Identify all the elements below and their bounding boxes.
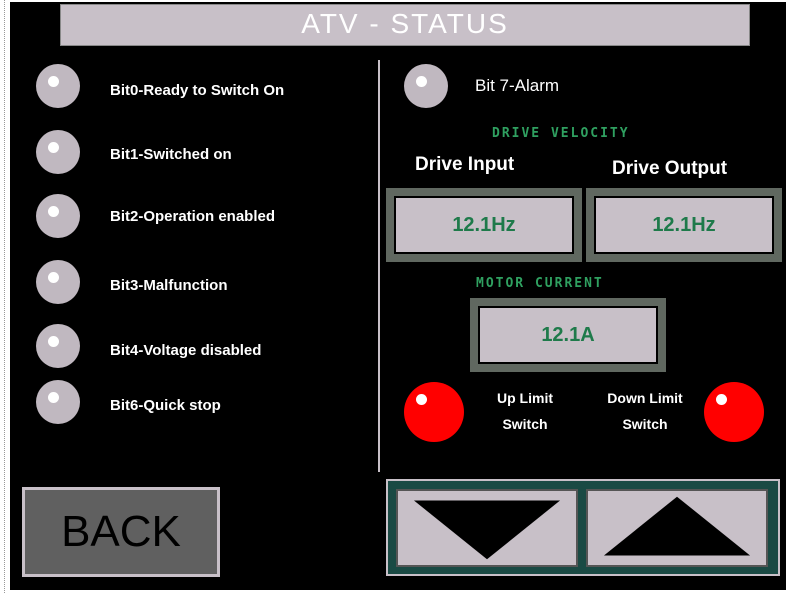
alarm-label: Bit 7-Alarm xyxy=(475,76,560,95)
bit1-label: Bit1-Switched on xyxy=(110,146,232,163)
bit2-label: Bit2-Operation enabled xyxy=(110,208,276,225)
bit2-indicator xyxy=(36,194,80,238)
down-limit-label: Down Limit Switch xyxy=(590,385,700,437)
drive-output-label: Drive Output xyxy=(612,158,728,179)
bit3-label: Bit3-Malfunction xyxy=(110,277,228,294)
bit4-indicator xyxy=(36,324,80,368)
triangle-down-icon xyxy=(413,500,561,560)
drive-output-display: 12.1Hz xyxy=(586,188,782,262)
down-limit-line2: Switch xyxy=(622,416,668,432)
up-limit-line2: Switch xyxy=(502,416,548,432)
motor-current-display: 12.1A xyxy=(470,298,666,372)
page-title: ATV - STATUS xyxy=(60,4,750,46)
motor-current-value: 12.1A xyxy=(478,306,658,364)
drive-velocity-title: DRIVE VELOCITY xyxy=(492,126,630,141)
screen-edge xyxy=(4,0,5,593)
back-button[interactable]: BACK xyxy=(22,487,220,577)
jog-button-panel xyxy=(386,479,780,576)
up-limit-indicator xyxy=(404,382,464,442)
motor-current-title: MOTOR CURRENT xyxy=(476,276,604,291)
bit6-label: Bit6-Quick stop xyxy=(110,397,221,414)
jog-up-button[interactable] xyxy=(586,489,768,567)
down-limit-line1: Down Limit xyxy=(607,390,683,406)
drive-input-value: 12.1Hz xyxy=(394,196,574,254)
up-limit-label: Up Limit Switch xyxy=(480,385,570,437)
jog-down-button[interactable] xyxy=(396,489,578,567)
bit3-indicator xyxy=(36,260,80,304)
drive-input-display: 12.1Hz xyxy=(386,188,582,262)
drive-input-label: Drive Input xyxy=(415,154,515,175)
bit0-label: Bit0-Ready to Switch On xyxy=(110,82,285,99)
bit1-indicator xyxy=(36,130,80,174)
down-limit-indicator xyxy=(704,382,764,442)
alarm-indicator xyxy=(404,64,448,108)
panel-divider xyxy=(378,60,380,472)
bit6-indicator xyxy=(36,380,80,424)
bit4-label: Bit4-Voltage disabled xyxy=(110,342,262,359)
triangle-up-icon xyxy=(603,496,751,556)
up-limit-line1: Up Limit xyxy=(497,390,553,406)
drive-output-value: 12.1Hz xyxy=(594,196,774,254)
bit0-indicator xyxy=(36,64,80,108)
